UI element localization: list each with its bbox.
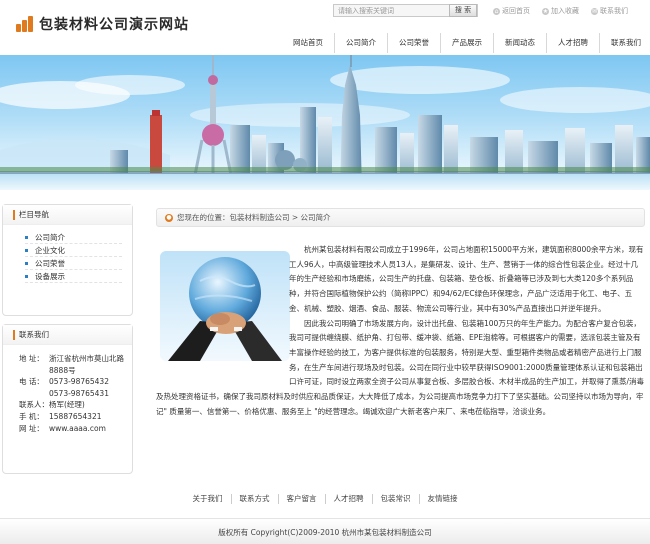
- top-links: ⌂ 返回首页 ★ 加入收藏 ✉ 联系我们: [493, 6, 628, 16]
- breadcrumb: ● 您现在的位置：包装材料制造公司 > 公司简介: [156, 208, 645, 227]
- contact-row: 联系人： 杨军(经理): [19, 400, 85, 410]
- search-button[interactable]: 搜 索: [449, 4, 477, 17]
- sidebar: 栏目导航 公司简介 企业文化 公司荣誉 设备展示 联系我们 地 址： 浙江省杭州市…: [2, 204, 133, 482]
- contact-link[interactable]: ✉ 联系我们: [591, 6, 628, 16]
- nav-about[interactable]: 公司简介: [334, 33, 387, 53]
- footer-link-friends[interactable]: 友情链接: [418, 494, 466, 504]
- page: 包装材料公司演示网站 请输入搜索关键词 搜 索 ⌂ 返回首页 ★ 加入收藏 ✉ 联系我…: [0, 0, 650, 544]
- footer-link-jobs[interactable]: 人才招聘: [324, 494, 372, 504]
- nav-box-header: 栏目导航: [3, 205, 132, 225]
- favorite-link[interactable]: ★ 加入收藏: [542, 6, 579, 16]
- accent-bar: [13, 329, 15, 340]
- skyline-illustration: [0, 55, 650, 190]
- home-link[interactable]: ⌂ 返回首页: [493, 6, 530, 16]
- handshake-globe-icon: [160, 251, 290, 361]
- site-logo[interactable]: 包装材料公司演示网站: [16, 14, 189, 34]
- contact-row: 地 址： 浙江省杭州市莫山北路8888号: [19, 354, 124, 375]
- footer-link-knowledge[interactable]: 包装常识: [371, 494, 419, 504]
- location-icon: ●: [165, 213, 173, 222]
- side-menu-honor[interactable]: 公司荣誉: [25, 257, 122, 270]
- contact-info: 地 址： 浙江省杭州市莫山北路8888号 电 话： 0573-98765432 05…: [3, 345, 132, 440]
- home-icon: ⌂: [493, 7, 500, 15]
- nav-honor[interactable]: 公司荣誉: [387, 33, 440, 53]
- nav-news[interactable]: 新闻动态: [493, 33, 546, 53]
- footer-link-message[interactable]: 客户留言: [277, 494, 325, 504]
- handshake-globe-image: [156, 243, 290, 381]
- contact-box-header: 联系我们: [3, 325, 132, 345]
- copyright: 版权所有 Copyright(C)2009-2010 杭州市某包装材料制造公司: [218, 528, 432, 537]
- star-icon: ★: [542, 7, 549, 15]
- side-menu: 公司简介 企业文化 公司荣誉 设备展示: [3, 225, 132, 287]
- nav-jobs[interactable]: 人才招聘: [546, 33, 599, 53]
- contact-box: 联系我们 地 址： 浙江省杭州市莫山北路8888号 电 话： 0573-987654…: [2, 324, 133, 474]
- footer-link-contact[interactable]: 联系方式: [230, 494, 278, 504]
- article-body: 杭州某包装材料有限公司成立于1996年，公司占地面积15000平方米，建筑面积8…: [156, 235, 645, 475]
- main-content: ● 您现在的位置：包装材料制造公司 > 公司简介 杭州某包装材料有限公司成立于1…: [156, 208, 645, 475]
- side-menu-equipment[interactable]: 设备展示: [25, 270, 122, 283]
- side-menu-culture[interactable]: 企业文化: [25, 244, 122, 257]
- logo-icon: [16, 16, 34, 32]
- accent-bar: [13, 209, 15, 220]
- header: 包装材料公司演示网站 请输入搜索关键词 搜 索 ⌂ 返回首页 ★ 加入收藏 ✉ 联系我…: [0, 0, 650, 60]
- main-nav: 网站首页 公司简介 公司荣誉 产品展示 新闻动态 人才招聘 联系我们: [282, 33, 650, 53]
- company-intro: 杭州某包装材料有限公司成立于1996年，公司占地面积15000平方米，建筑面积8…: [156, 243, 645, 419]
- contact-row: 0573-98765431: [49, 388, 109, 398]
- footer-link-about[interactable]: 关于我们: [185, 494, 231, 504]
- footer-links: 关于我们 联系方式 客户留言 人才招聘 包装常识 友情链接: [0, 494, 650, 504]
- breadcrumb-text[interactable]: 您现在的位置：包装材料制造公司 > 公司简介: [177, 208, 331, 227]
- contact-row: 网 址： www.aaaa.com: [19, 423, 106, 433]
- nav-contact[interactable]: 联系我们: [599, 33, 650, 53]
- contact-row: 手 机： 15887654321: [19, 411, 102, 421]
- mail-icon: ✉: [591, 7, 598, 15]
- nav-home[interactable]: 网站首页: [282, 33, 334, 53]
- site-title: 包装材料公司演示网站: [39, 17, 189, 33]
- city-skyline-banner: [0, 55, 650, 190]
- nav-box: 栏目导航 公司简介 企业文化 公司荣誉 设备展示: [2, 204, 133, 316]
- nav-box-title: 栏目导航: [19, 209, 49, 219]
- nav-products[interactable]: 产品展示: [440, 33, 493, 53]
- contact-box-title: 联系我们: [19, 329, 49, 339]
- side-menu-about[interactable]: 公司简介: [25, 231, 122, 244]
- contact-row: 电 话： 0573-98765432: [19, 377, 109, 387]
